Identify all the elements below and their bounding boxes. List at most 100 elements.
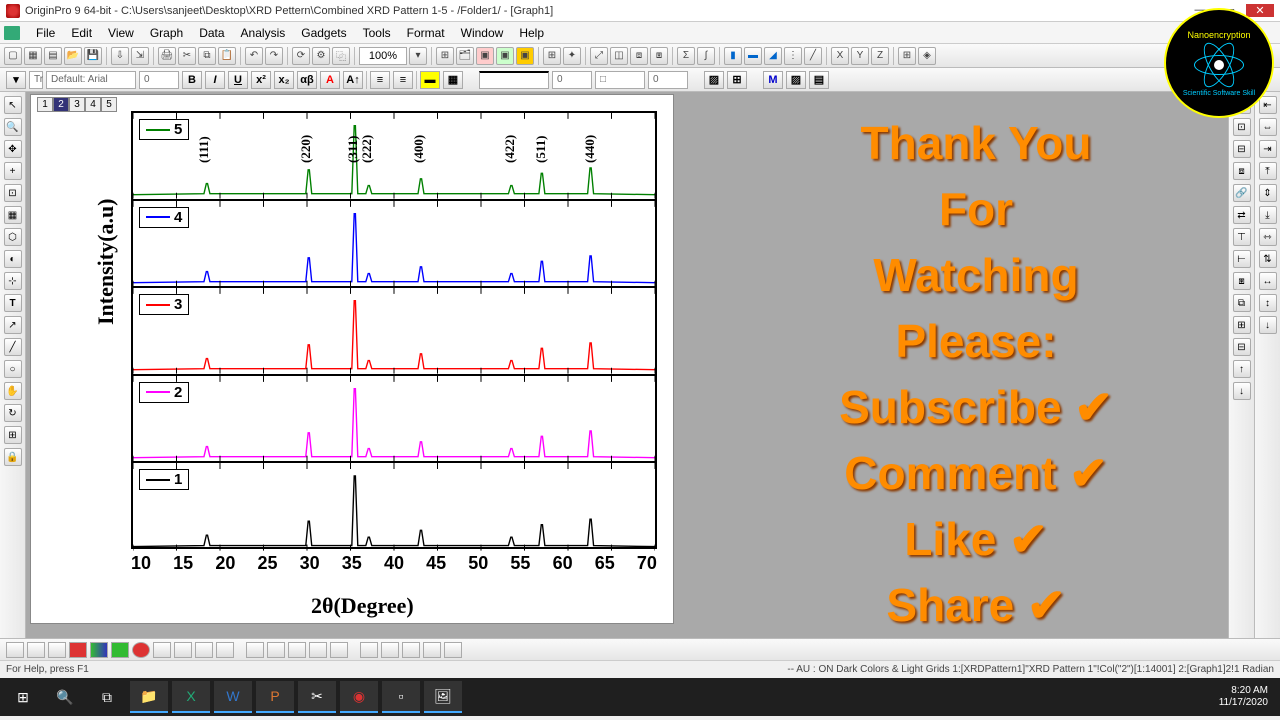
rotate-tool[interactable]: ↻ — [4, 404, 22, 422]
y-column-button[interactable]: Y — [851, 47, 869, 65]
data-selector-tool[interactable]: ⊡ — [4, 184, 22, 202]
plot-area[interactable]: 5(111)(220)(311)(222)(400)(422)(511)(440… — [131, 111, 657, 549]
line-color-button[interactable]: ▬ — [420, 71, 440, 89]
antialias-button[interactable]: ▨ — [786, 71, 806, 89]
menu-gadgets[interactable]: Gadgets — [293, 24, 354, 42]
paste-button[interactable]: 📋 — [218, 47, 236, 65]
start-button[interactable]: ⊞ — [4, 681, 42, 713]
text-tool[interactable]: T — [4, 294, 22, 312]
scale-tool[interactable]: ⊹ — [4, 272, 22, 290]
canvas[interactable]: 1 2 3 4 5 Intensity(a.u) 5(111)(220)(311… — [26, 92, 1228, 638]
zoom-level[interactable]: 100% — [359, 47, 407, 65]
explorer-taskbar-icon[interactable]: 📁 — [130, 681, 168, 713]
ruler-button[interactable]: ⊞ — [436, 47, 454, 65]
chart-style-button[interactable]: ⊞ — [898, 47, 916, 65]
import-wizard-button[interactable]: ⇲ — [131, 47, 149, 65]
layer-tab-5[interactable]: 5 — [101, 97, 117, 112]
ternary-plot-button[interactable] — [174, 642, 192, 658]
rescale-button[interactable]: ⤢ — [590, 47, 608, 65]
dist-h-button[interactable]: ⇿ — [1259, 228, 1277, 246]
layer-tab-3[interactable]: 3 — [69, 97, 85, 112]
x-column-button[interactable]: X — [831, 47, 849, 65]
align-center-obj-button[interactable]: ⇔ — [1259, 118, 1277, 136]
peak-label[interactable]: (222) — [359, 134, 375, 162]
image-plot-button[interactable] — [330, 642, 348, 658]
zoom-dropdown-icon[interactable]: ▾ — [409, 47, 427, 65]
italic-button[interactable]: I — [205, 71, 225, 89]
peak-label[interactable]: (511) — [533, 135, 549, 162]
greek-button[interactable]: αβ — [297, 71, 317, 89]
line-tool[interactable]: ╱ — [4, 338, 22, 356]
script-button[interactable]: ▣ — [516, 47, 534, 65]
snip-taskbar-icon[interactable]: ✂ — [298, 681, 336, 713]
align-left-button[interactable]: ≡ — [370, 71, 390, 89]
increase-font-button[interactable]: A↑ — [343, 71, 363, 89]
code-button[interactable]: ▣ — [496, 47, 514, 65]
extract-button[interactable]: ⧈ — [630, 47, 648, 65]
excel-taskbar-icon[interactable]: X — [172, 681, 210, 713]
duplicate-button[interactable]: ⿻ — [332, 47, 350, 65]
region-tool[interactable]: ◐ — [4, 250, 22, 268]
column-button[interactable]: ▮ — [724, 47, 742, 65]
plot-panel-2[interactable]: 2 — [133, 376, 655, 464]
menu-format[interactable]: Format — [399, 24, 453, 42]
copy-button[interactable]: ⧉ — [198, 47, 216, 65]
refresh-button[interactable]: ⟳ — [292, 47, 310, 65]
recalculate-button[interactable]: ⚙ — [312, 47, 330, 65]
redo-button[interactable]: ↷ — [265, 47, 283, 65]
grid-button[interactable]: ⊞ — [727, 71, 747, 89]
symbol-size-field[interactable]: 0 — [648, 71, 688, 89]
scatter-plot-button[interactable] — [27, 642, 45, 658]
stack-button[interactable] — [381, 642, 399, 658]
x-axis-label[interactable]: 2θ(Degree) — [311, 593, 414, 619]
bold-button[interactable]: B — [182, 71, 202, 89]
line-style-field[interactable] — [479, 71, 549, 89]
align-top-obj-button[interactable]: ⤒ — [1259, 162, 1277, 180]
mask-tool[interactable]: ▦ — [4, 206, 22, 224]
same-width-button[interactable]: ↔ — [1259, 272, 1277, 290]
word-taskbar-icon[interactable]: W — [214, 681, 252, 713]
line-width-field[interactable]: 0 — [552, 71, 592, 89]
template-button[interactable] — [444, 642, 462, 658]
new-matrix-button[interactable]: ▤ — [44, 47, 62, 65]
waterfall-button[interactable] — [402, 642, 420, 658]
peak-label[interactable]: (400) — [411, 134, 427, 162]
menu-data[interactable]: Data — [191, 24, 232, 42]
column-plot-button[interactable] — [69, 642, 87, 658]
powerpoint-taskbar-icon[interactable]: P — [256, 681, 294, 713]
layer-tab-4[interactable]: 4 — [85, 97, 101, 112]
pattern-button[interactable]: ▨ — [704, 71, 724, 89]
print-button[interactable]: 🖨 — [158, 47, 176, 65]
new-workbook-button[interactable]: ▦ — [24, 47, 42, 65]
reader-tool[interactable]: + — [4, 162, 22, 180]
taskview-button[interactable]: ⧉ — [88, 681, 126, 713]
align-bottom-obj-button[interactable]: ⤓ — [1259, 206, 1277, 224]
lock-tool[interactable]: 🔒 — [4, 448, 22, 466]
line-button[interactable]: ╱ — [804, 47, 822, 65]
fill-color-button[interactable]: ▦ — [443, 71, 463, 89]
project-explorer-button[interactable]: 🗂 — [456, 47, 474, 65]
cut-button[interactable]: ✂ — [178, 47, 196, 65]
merge-button[interactable]: ⧆ — [650, 47, 668, 65]
object-selector[interactable]: ▾ — [6, 71, 26, 89]
menu-view[interactable]: View — [100, 24, 142, 42]
menu-file[interactable]: File — [28, 24, 63, 42]
contour-button[interactable] — [309, 642, 327, 658]
search-button[interactable]: 🔍 — [46, 681, 84, 713]
new-project-button[interactable]: ▢ — [4, 47, 22, 65]
same-height-button[interactable]: ↕ — [1259, 294, 1277, 312]
peak-label[interactable]: (220) — [298, 134, 314, 162]
menu-analysis[interactable]: Analysis — [233, 24, 294, 42]
align-right-obj-button[interactable]: ⇥ — [1259, 140, 1277, 158]
3d-button[interactable]: ◈ — [918, 47, 936, 65]
plot-panel-1[interactable]: 1 — [133, 463, 655, 551]
fit-button[interactable]: ∫ — [697, 47, 715, 65]
font-name-field[interactable]: Default: Arial — [46, 71, 136, 89]
mask-button[interactable]: M — [763, 71, 783, 89]
pie-plot-button[interactable] — [132, 642, 150, 658]
layout-button[interactable]: ⊞ — [543, 47, 561, 65]
menu-tools[interactable]: Tools — [355, 24, 399, 42]
draw-tool[interactable]: ⬡ — [4, 228, 22, 246]
origin-menu-icon[interactable] — [4, 26, 20, 40]
close-button[interactable]: ✕ — [1246, 4, 1274, 17]
